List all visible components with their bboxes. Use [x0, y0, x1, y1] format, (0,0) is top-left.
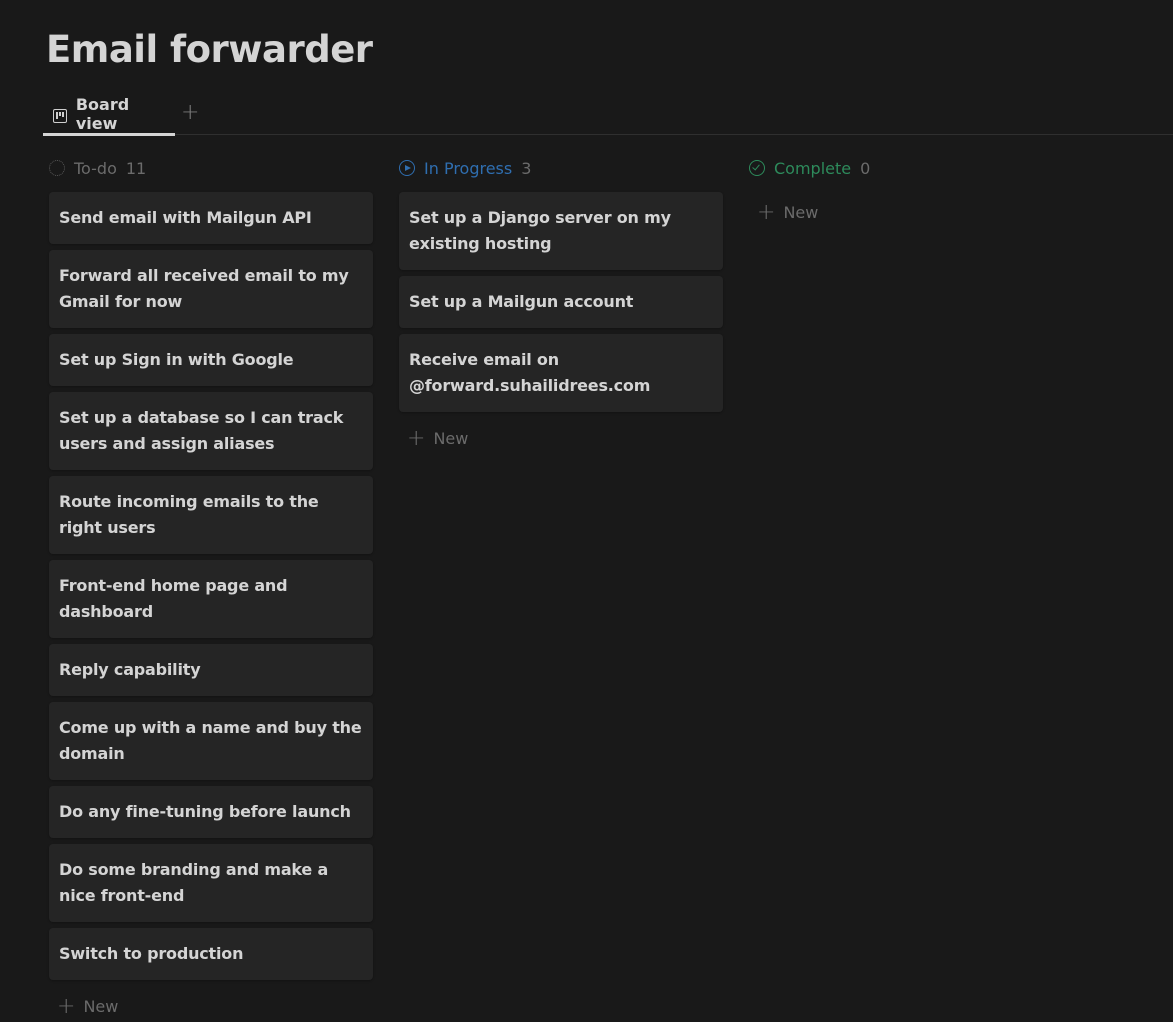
column-name: In Progress [424, 158, 513, 178]
card-list: Send email with Mailgun API Forward all r… [49, 192, 373, 980]
column-name: Complete [774, 158, 852, 178]
board-card[interactable]: Set up a database so I can track users a… [49, 392, 373, 470]
column-header[interactable]: To-do 11 [49, 152, 373, 184]
board-card[interactable]: Reply capability [49, 644, 373, 696]
column-count: 3 [521, 158, 532, 178]
column-in-progress: In Progress 3 Set up a Django server on … [399, 152, 723, 1022]
new-label: New [783, 202, 819, 222]
board-card[interactable]: Set up a Django server on my existing ho… [399, 192, 723, 270]
column-count: 11 [125, 158, 147, 178]
board-card[interactable]: Set up Sign in with Google [49, 334, 373, 386]
plus-icon: + [407, 425, 426, 451]
board-card[interactable]: Route incoming emails to the right users [49, 476, 373, 554]
active-tab-indicator [43, 133, 175, 136]
board-card[interactable]: Come up with a name and buy the domain [49, 702, 373, 780]
board-card[interactable]: Switch to production [49, 928, 373, 980]
status-todo-icon [49, 160, 65, 176]
new-card-button[interactable]: + New [49, 990, 373, 1022]
board-card[interactable]: Front-end home page and dashboard [49, 560, 373, 638]
board-card[interactable]: Do any fine-tuning before launch [49, 786, 373, 838]
tab-label: Board view [75, 95, 130, 133]
new-card-button[interactable]: + New [749, 196, 1073, 228]
column-complete: Complete 0 + New [749, 152, 1073, 1022]
view-tabs: Board view + [0, 95, 1173, 136]
new-card-button[interactable]: + New [399, 422, 723, 454]
board-icon [53, 109, 67, 123]
status-complete-icon [749, 160, 765, 176]
kanban-board: To-do 11 Send email with Mailgun API Forw… [49, 152, 1073, 1022]
column-name: To-do [74, 158, 117, 178]
status-in-progress-icon [399, 160, 415, 176]
column-count: 0 [860, 158, 871, 178]
board-card[interactable]: Receive email on @forward.suhailidrees.c… [399, 334, 723, 412]
tab-board-view[interactable]: Board view [43, 95, 175, 136]
board-card[interactable]: Forward all received email to my Gmail f… [49, 250, 373, 328]
column-header[interactable]: Complete 0 [749, 152, 1073, 184]
board-card[interactable]: Set up a Mailgun account [399, 276, 723, 328]
card-list: Set up a Django server on my existing ho… [399, 192, 723, 412]
plus-icon: + [57, 993, 76, 1019]
board-card[interactable]: Do some branding and make a nice front-e… [49, 844, 373, 922]
add-view-button[interactable]: + [181, 100, 199, 125]
page-title: Email forwarder [46, 28, 373, 71]
tabs-divider [43, 134, 1173, 135]
plus-icon: + [757, 199, 776, 225]
new-label: New [433, 428, 469, 448]
new-label: New [83, 996, 119, 1016]
column-todo: To-do 11 Send email with Mailgun API Forw… [49, 152, 373, 1022]
column-header[interactable]: In Progress 3 [399, 152, 723, 184]
board-card[interactable]: Send email with Mailgun API [49, 192, 373, 244]
